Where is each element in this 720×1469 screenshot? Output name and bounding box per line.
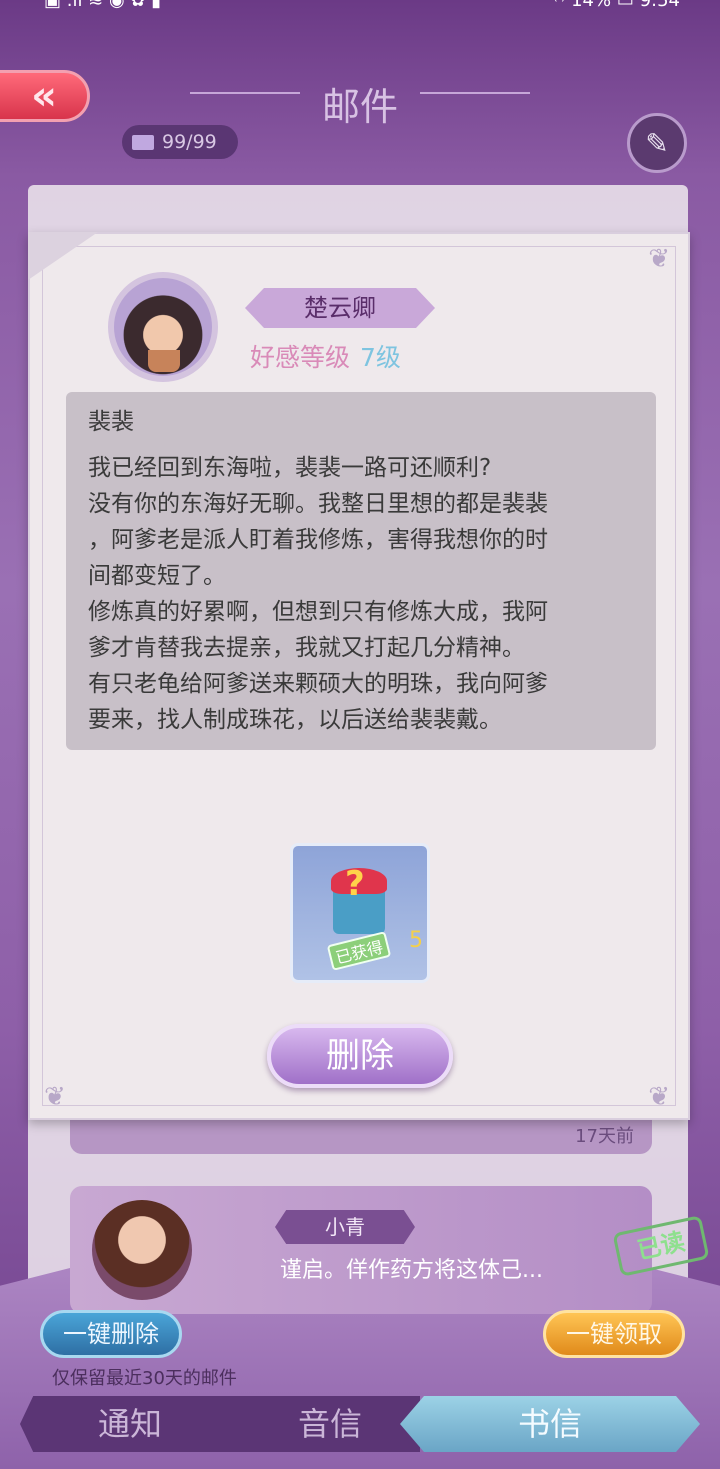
letter-body: 我已经回到东海啦，裴裴一路可还顺利? 没有你的东海好无聊。我整日里想的都是裴裴 …	[88, 455, 548, 733]
reward-claimed-badge: 已获得	[326, 931, 392, 971]
claim-all-button[interactable]: 一键领取	[543, 1310, 685, 1358]
tab-letter[interactable]: 书信	[400, 1396, 700, 1452]
tab-bar: 通知 音信 书信	[20, 1396, 700, 1452]
list-item-time: 17天前	[575, 1126, 634, 1147]
edit-button[interactable]: ✎	[627, 113, 687, 173]
avatar	[92, 1200, 192, 1300]
favor-level-value: 7级	[360, 343, 401, 372]
title-ornament-right	[420, 92, 530, 94]
status-bar: ▣ .ıl ≋ ◉ ✿ ▮ ⁽ᴵ⁾ 14% ▭ 9:54	[0, 0, 720, 12]
list-item-sender: 小青	[275, 1210, 415, 1244]
question-mark-icon: ?	[345, 864, 365, 904]
favor-label: 好感等级	[250, 343, 351, 372]
read-stamp: 已读	[612, 1215, 710, 1277]
list-item-preview: 谨启。佯作药方将这体己...	[280, 1258, 543, 1283]
status-icons: ▣ .ıl ≋ ◉ ✿ ▮	[44, 0, 162, 11]
corner-ornament-icon: ❦	[44, 1082, 66, 1112]
pencil-icon: ✎	[645, 126, 669, 160]
letter-salutation: 裴裴	[88, 409, 134, 435]
reward-count: 5	[409, 928, 423, 953]
avatar-neck	[148, 350, 180, 372]
corner-ornament-icon: ❦	[648, 244, 670, 274]
envelope-icon	[132, 134, 154, 150]
delete-all-button[interactable]: 一键删除	[40, 1310, 182, 1358]
mail-count-text: 99/99	[162, 131, 217, 153]
battery-time: ⁽ᴵ⁾ 14% ▭ 9:54	[553, 0, 680, 11]
mail-count-badge: 99/99	[122, 125, 238, 159]
sender-name: 楚云卿	[245, 288, 435, 328]
page-title: 邮件	[321, 85, 398, 129]
corner-ornament-icon: ❦	[648, 1082, 670, 1112]
list-item[interactable]: 小青 谨启。佯作药方将这体己... 已读	[70, 1186, 710, 1314]
delete-button[interactable]: 删除	[267, 1024, 453, 1088]
retention-note: 仅保留最近30天的邮件	[52, 1368, 237, 1389]
tab-notice[interactable]: 通知	[20, 1396, 240, 1452]
tab-message[interactable]: 音信	[240, 1396, 420, 1452]
favor-level: 好感等级 7级	[250, 338, 401, 374]
reward-item[interactable]: ? 已获得 5	[290, 843, 430, 983]
